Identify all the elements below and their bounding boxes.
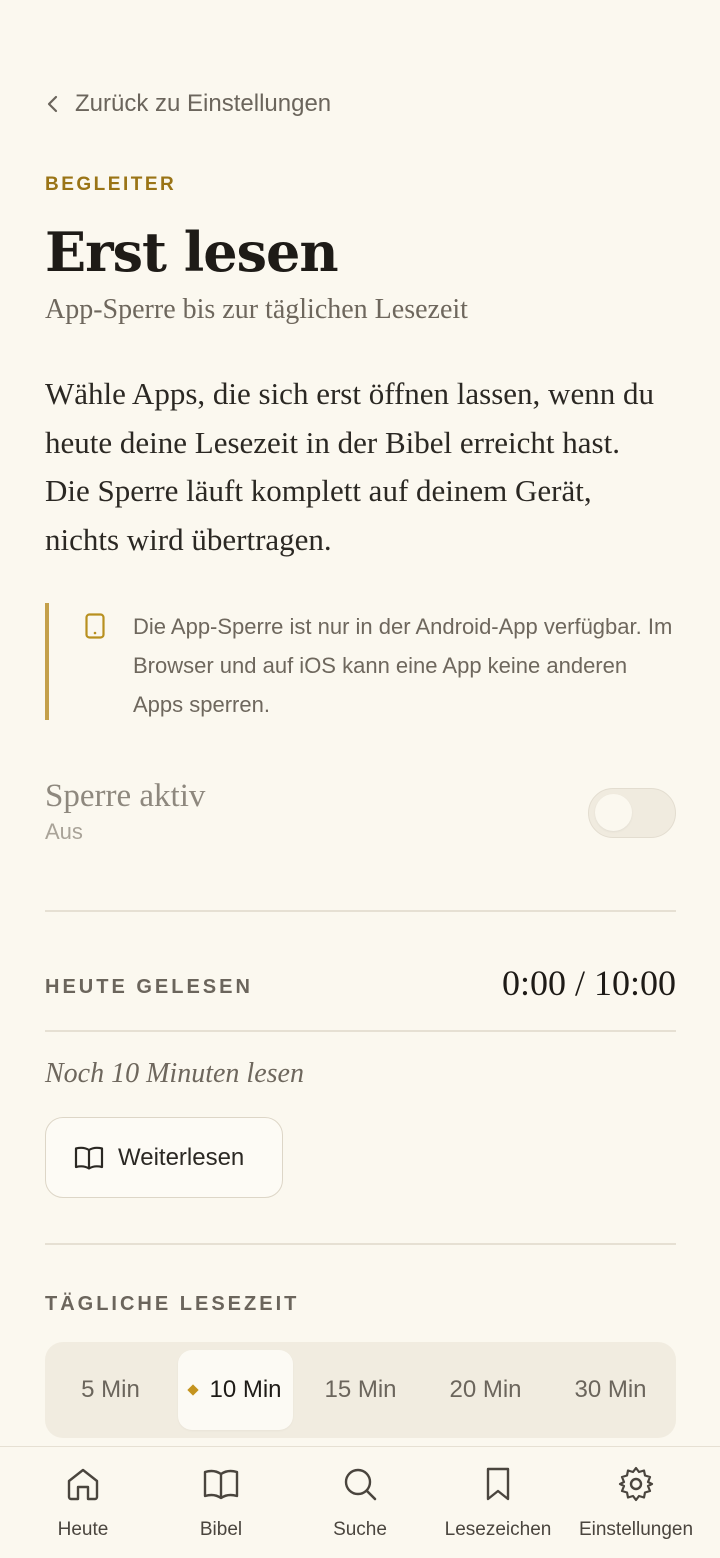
today-read-label: HEUTE GELESEN	[45, 976, 253, 998]
home-icon	[67, 1468, 99, 1501]
nav-item-bible[interactable]: Bibel	[181, 1447, 261, 1558]
nav-label: Lesezeichen	[444, 1519, 552, 1540]
daily-time-option-5[interactable]: 5 Min	[53, 1350, 168, 1430]
lock-toggle-state: Aus	[45, 819, 83, 844]
back-link[interactable]: Zurück zu Einstellungen	[45, 90, 331, 118]
toggle-knob	[595, 794, 632, 831]
phone-icon	[85, 613, 105, 639]
divider	[45, 1030, 676, 1032]
daily-time-option-10[interactable]: 10 Min	[178, 1350, 293, 1430]
book-icon	[74, 1146, 104, 1170]
nav-item-settings[interactable]: Einstellungen	[571, 1447, 701, 1558]
lock-toggle-title: Sperre aktiv	[45, 778, 206, 814]
today-read-row: HEUTE GELESEN 0:00 / 10:00	[45, 962, 676, 1006]
availability-notice: Die App-Sperre ist nur in der Android-Ap…	[45, 603, 676, 720]
nav-label: Suche	[333, 1519, 387, 1540]
today-read-value: 0:00 / 10:00	[501, 963, 676, 1003]
nav-label: Einstellungen	[578, 1519, 694, 1540]
gear-icon	[618, 1466, 654, 1502]
nav-item-bookmarks[interactable]: Lesezeichen	[438, 1447, 558, 1558]
back-link-label: Zurück zu Einstellungen	[75, 90, 332, 117]
option-label: 5 Min	[81, 1376, 140, 1403]
bookmark-icon	[486, 1467, 510, 1501]
remaining-time-text: Noch 10 Minuten lesen	[45, 1058, 304, 1089]
lock-toggle-switch[interactable]	[588, 788, 676, 838]
daily-time-label: TÄGLICHE LESEZEIT	[45, 1293, 300, 1315]
section-eyebrow: BEGLEITER	[45, 174, 177, 195]
page-subtitle: App-Sperre bis zur täglichen Lesezeit	[45, 294, 468, 325]
option-label: 15 Min	[324, 1376, 397, 1403]
daily-time-option-20[interactable]: 20 Min	[428, 1350, 543, 1430]
daily-time-option-15[interactable]: 15 Min	[303, 1350, 418, 1430]
nav-label: Bibel	[199, 1519, 243, 1540]
daily-time-option-30[interactable]: 30 Min	[553, 1350, 668, 1430]
nav-item-search[interactable]: Suche	[320, 1447, 400, 1558]
nav-item-today[interactable]: Heute	[43, 1447, 123, 1558]
continue-reading-label: Weiterlesen	[118, 1143, 245, 1171]
book-icon	[203, 1469, 239, 1500]
option-label: 10 Min	[209, 1376, 282, 1403]
divider	[45, 910, 676, 912]
notice-text: Die App-Sperre ist nur in der Android-Ap…	[133, 614, 673, 717]
daily-time-selector: 5 Min 10 Min 15 Min 20 Min 30 Min	[45, 1342, 676, 1438]
chevron-left-icon	[47, 95, 58, 113]
bottom-navigation: Heute Bibel Suche Lesezeichen Einstellun…	[0, 1446, 720, 1558]
page-title: Erst lesen	[45, 220, 339, 284]
continue-reading-button[interactable]: Weiterlesen	[45, 1117, 283, 1198]
option-label: 30 Min	[574, 1376, 647, 1403]
search-icon	[344, 1468, 377, 1501]
selected-diamond-icon	[187, 1384, 200, 1396]
nav-label: Heute	[57, 1519, 109, 1540]
lock-toggle-row: Sperre aktiv Aus	[45, 778, 676, 858]
divider	[45, 1243, 676, 1245]
option-label: 20 Min	[449, 1376, 522, 1403]
intro-text: Wähle Apps, die sich erst öffnen lassen,…	[45, 376, 654, 557]
